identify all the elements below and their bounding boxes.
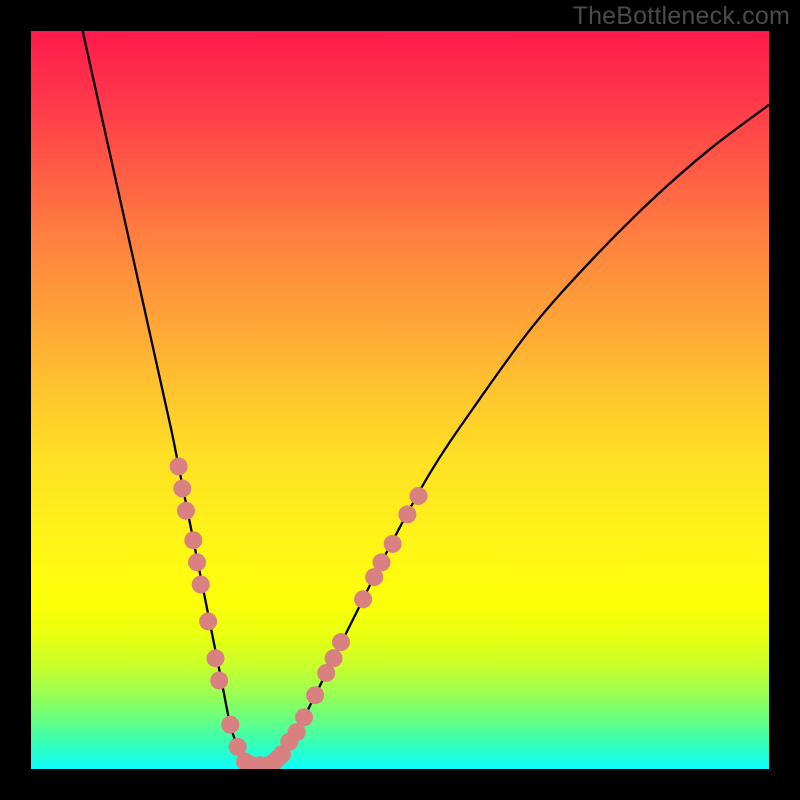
data-dot xyxy=(354,590,372,608)
data-dot xyxy=(173,480,191,498)
data-dot xyxy=(373,553,391,571)
data-dot xyxy=(207,649,225,667)
outer-frame: TheBottleneck.com xyxy=(0,0,800,800)
data-dot xyxy=(192,576,210,594)
data-dot xyxy=(184,531,202,549)
data-dot xyxy=(170,457,188,475)
data-dot xyxy=(221,716,239,734)
data-dot xyxy=(384,535,402,553)
watermark-text: TheBottleneck.com xyxy=(573,2,790,31)
data-dot xyxy=(295,708,313,726)
data-dot xyxy=(210,671,228,689)
plot-area xyxy=(31,31,769,769)
data-dot xyxy=(199,612,217,630)
data-dot xyxy=(409,487,427,505)
data-dot xyxy=(398,505,416,523)
data-dot xyxy=(325,649,343,667)
data-dot xyxy=(306,686,324,704)
data-dot xyxy=(177,502,195,520)
data-dots-layer xyxy=(31,31,769,769)
data-dot xyxy=(188,553,206,571)
data-dot xyxy=(332,633,350,651)
